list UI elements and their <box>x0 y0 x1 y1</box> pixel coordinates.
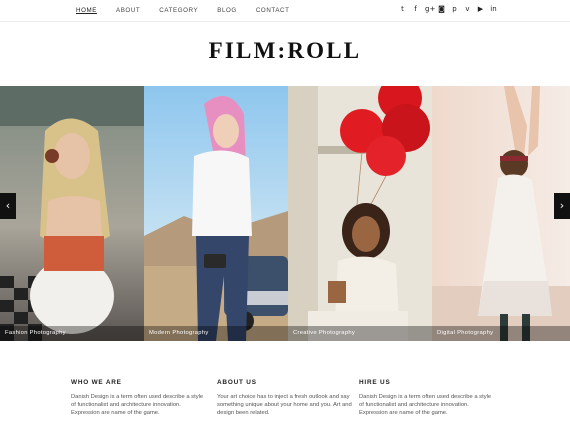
linkedin-icon[interactable]: in <box>490 5 497 14</box>
instagram-icon[interactable]: ◙ <box>438 5 445 14</box>
nav-home[interactable]: HOME <box>76 7 97 15</box>
nav-blog[interactable]: BLOG <box>217 7 237 15</box>
slide-creative[interactable]: Creative Photography <box>288 86 432 341</box>
widget-text: Your art choice has to inject a fresh ou… <box>217 394 352 416</box>
nav-category[interactable]: CATEGORY <box>159 7 198 15</box>
creative-photo <box>288 86 432 341</box>
nav-about[interactable]: ABOUT <box>116 7 140 15</box>
fashion-photo <box>0 86 144 341</box>
slider-next-button[interactable]: › <box>554 193 570 219</box>
slide-digital[interactable]: Digital Photography <box>432 86 570 341</box>
youtube-icon[interactable]: ▶ <box>477 5 484 14</box>
widget-about-us: ABOUT US Your art choice has to inject a… <box>217 379 352 417</box>
slide-caption: Digital Photography <box>432 326 570 341</box>
pinterest-icon[interactable]: p <box>451 5 458 14</box>
slide-caption: Creative Photography <box>288 326 432 341</box>
slide-fashion[interactable]: Fashion Photography <box>0 86 144 341</box>
digital-photo <box>432 86 570 341</box>
widget-title: ABOUT US <box>217 379 257 386</box>
main-nav: HOME ABOUT CATEGORY BLOG CONTACT <box>76 7 309 15</box>
slide-modern[interactable]: Modern Photography <box>144 86 288 341</box>
google-plus-icon[interactable]: g+ <box>425 5 435 14</box>
modern-photo <box>144 86 288 341</box>
site-logo[interactable]: FILM:ROLL <box>0 38 570 64</box>
top-bar: HOME ABOUT CATEGORY BLOG CONTACT t f g+ … <box>0 0 570 22</box>
widget-who-we-are: WHO WE ARE Danish Design is a term often… <box>71 379 206 417</box>
widget-title: HIRE US <box>359 379 391 386</box>
twitter-icon[interactable]: t <box>399 5 406 14</box>
slider-prev-button[interactable]: ‹ <box>0 193 16 219</box>
slide-caption-text: Modern Photography <box>149 330 209 336</box>
slide-caption: Fashion Photography <box>0 326 144 341</box>
social-links: t f g+ ◙ p v ▶ in <box>399 5 497 14</box>
slide-caption-text: Fashion Photography <box>5 330 66 336</box>
widget-text: Danish Design is a term often used descr… <box>71 394 204 416</box>
widget-text: Danish Design is a term often used descr… <box>359 394 492 416</box>
slide-caption-text: Creative Photography <box>293 330 356 336</box>
widget-title: WHO WE ARE <box>71 379 122 386</box>
nav-contact[interactable]: CONTACT <box>256 7 290 15</box>
image-slider: Fashion Photography Modern Photography C… <box>0 86 570 341</box>
widget-hire-us: HIRE US Danish Design is a term often us… <box>359 379 494 417</box>
facebook-icon[interactable]: f <box>412 5 419 14</box>
slide-caption: Modern Photography <box>144 326 288 341</box>
vimeo-icon[interactable]: v <box>464 5 471 14</box>
slide-caption-text: Digital Photography <box>437 330 494 336</box>
